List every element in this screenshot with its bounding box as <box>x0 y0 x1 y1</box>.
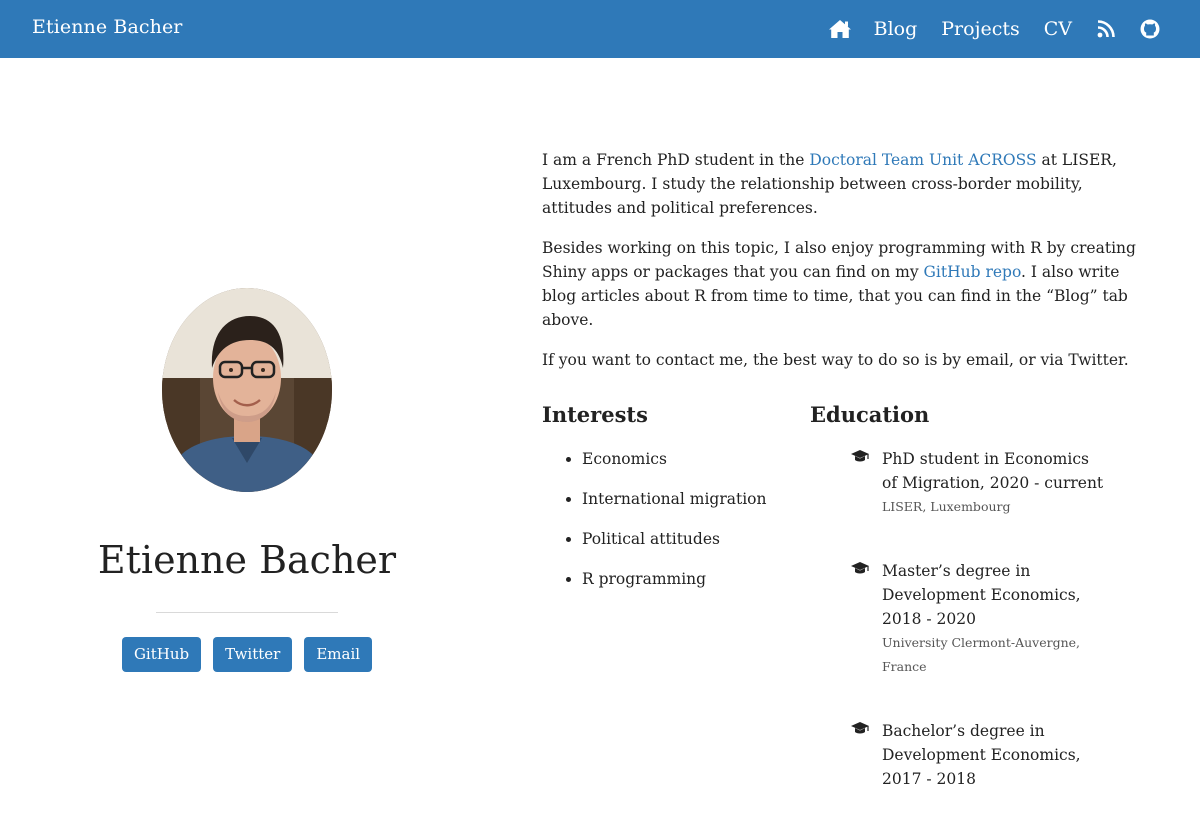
about-section: I am a French PhD student in the Doctora… <box>542 148 1142 388</box>
nav-items: Blog Projects CV <box>818 0 1172 58</box>
avatar <box>162 288 332 492</box>
github-button[interactable]: GitHub <box>121 637 202 672</box>
profile-name: Etienne Bacher <box>97 538 397 582</box>
doctoral-team-link[interactable]: Doctoral Team Unit ACROSS <box>809 151 1036 169</box>
education-institution: LISER, Luxembourg <box>882 499 1011 514</box>
site-brand[interactable]: Etienne Bacher <box>32 16 182 38</box>
about-paragraph-1: I am a French PhD student in the Doctora… <box>542 148 1142 220</box>
education-list: PhD student in Economics of Migration, 2… <box>810 447 1130 791</box>
education-degree: Bachelor’s degree in Development Economi… <box>882 722 1081 788</box>
interests-section: Interests Economics International migrat… <box>542 402 802 607</box>
list-item: Political attitudes <box>582 527 802 551</box>
education-item: Bachelor’s degree in Development Economi… <box>810 719 1130 791</box>
graduation-cap-icon <box>851 562 869 574</box>
github-icon[interactable] <box>1128 0 1172 58</box>
list-item: R programming <box>582 567 802 591</box>
navbar: Etienne Bacher Blog Projects CV <box>0 0 1200 58</box>
education-degree: Master’s degree in Development Economics… <box>882 562 1081 628</box>
education-section: Education PhD student in Economics of Mi… <box>810 402 1130 831</box>
home-icon[interactable] <box>818 0 862 58</box>
education-item: Master’s degree in Development Economics… <box>810 559 1130 679</box>
github-repo-link[interactable]: GitHub repo <box>924 263 1021 281</box>
graduation-cap-icon <box>851 450 869 462</box>
email-button[interactable]: Email <box>304 637 373 672</box>
twitter-button[interactable]: Twitter <box>213 637 293 672</box>
education-item: PhD student in Economics of Migration, 2… <box>810 447 1130 519</box>
about-text: I am a French PhD student in the <box>542 151 810 169</box>
nav-link-blog[interactable]: Blog <box>862 0 930 58</box>
interests-title: Interests <box>542 402 648 427</box>
nav-link-projects[interactable]: Projects <box>929 0 1031 58</box>
education-degree: PhD student in Economics of Migration, 2… <box>882 450 1104 492</box>
list-item: Economics <box>582 447 802 471</box>
about-paragraph-3: If you want to contact me, the best way … <box>542 351 1129 369</box>
interests-list: Economics International migration Politi… <box>542 447 802 591</box>
social-buttons: GitHub Twitter Email <box>60 637 434 672</box>
profile-card: Etienne Bacher GitHub Twitter Email <box>60 288 434 672</box>
graduation-cap-icon <box>851 722 869 734</box>
education-title: Education <box>810 402 930 427</box>
rss-icon[interactable] <box>1084 0 1128 58</box>
nav-link-cv[interactable]: CV <box>1032 0 1084 58</box>
divider <box>156 612 338 613</box>
list-item: International migration <box>582 487 802 511</box>
about-paragraph-2: Besides working on this topic, I also en… <box>542 236 1142 332</box>
education-institution: University Clermont-Auvergne, France <box>882 635 1081 674</box>
